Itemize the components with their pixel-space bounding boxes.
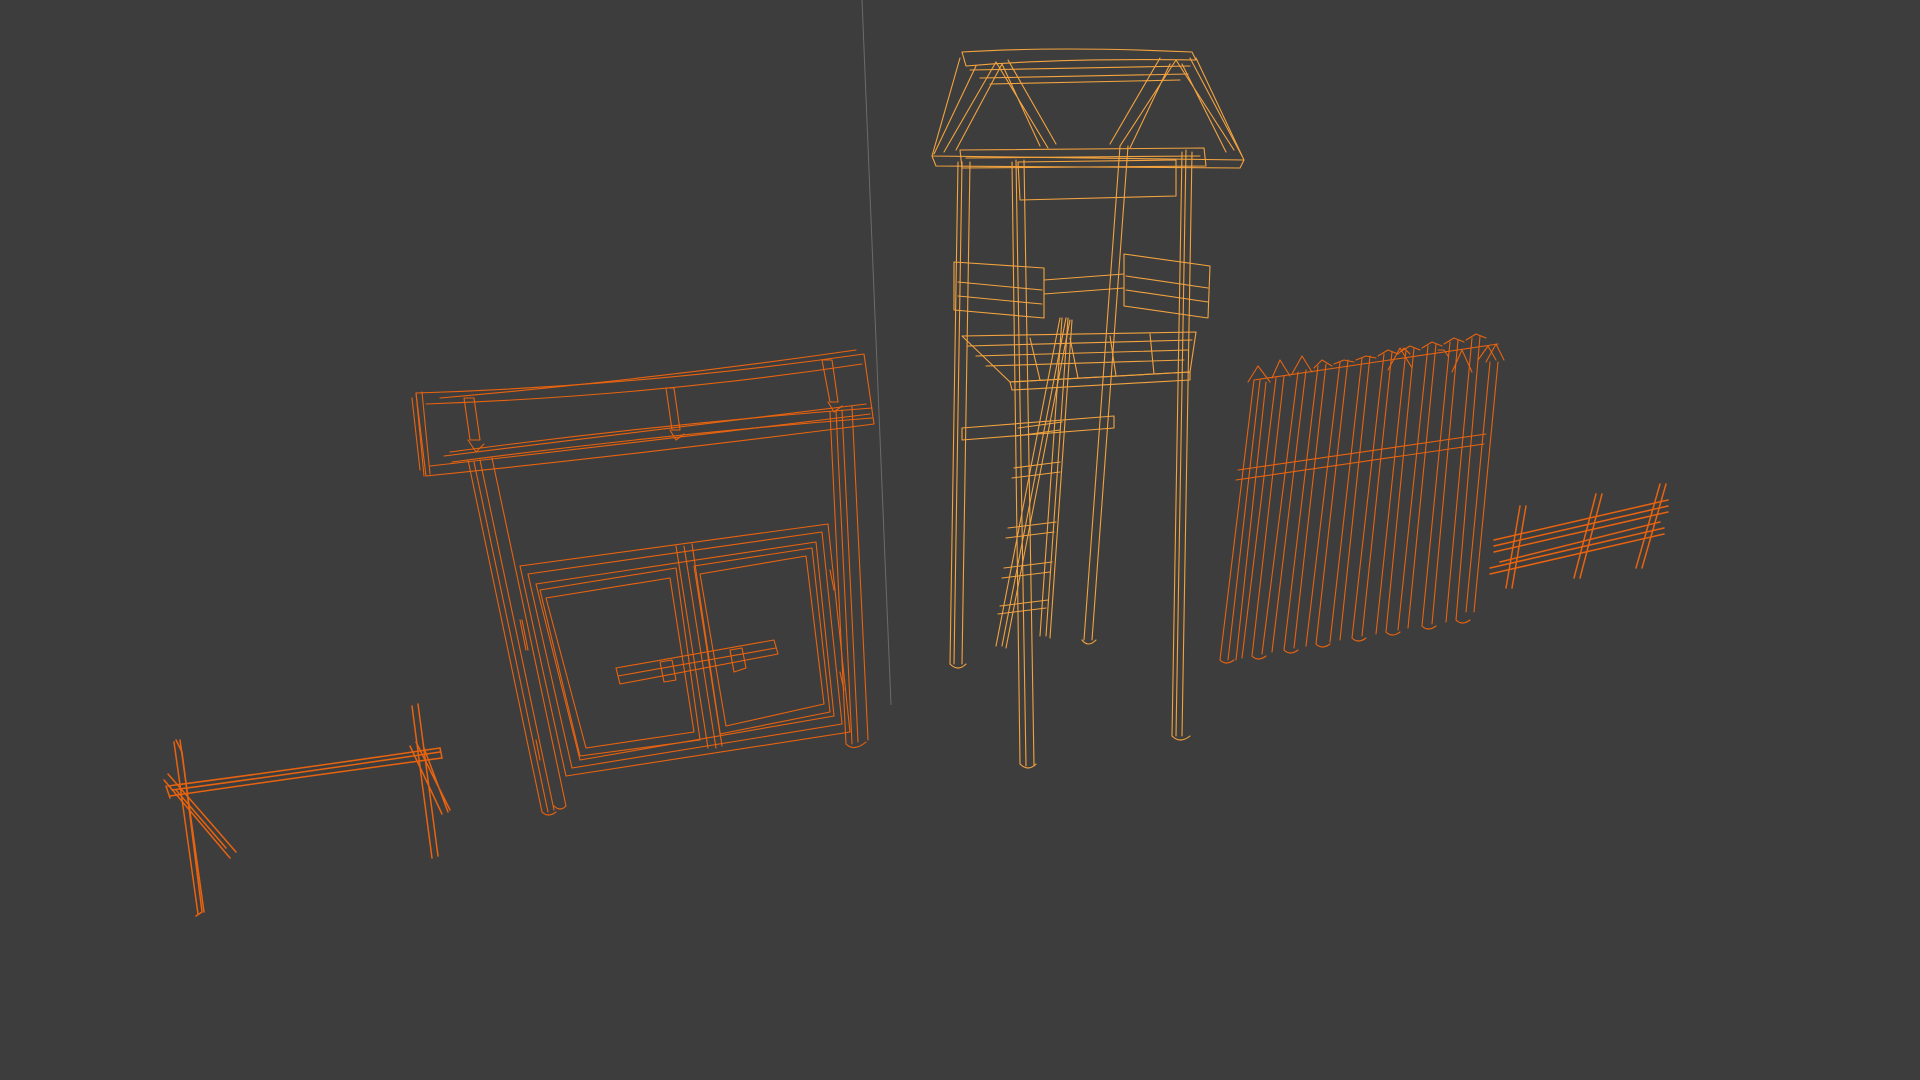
viewport-canvas[interactable] (0, 0, 1920, 1080)
gate[interactable] (411, 349, 875, 816)
axis-line (861, 0, 892, 706)
watchtower[interactable] (931, 48, 1245, 769)
small-fence[interactable] (1489, 483, 1669, 589)
sawhorse-barrier[interactable] (163, 703, 451, 917)
palisade-wall[interactable] (1219, 333, 1505, 664)
3d-viewport[interactable] (0, 0, 1920, 1080)
